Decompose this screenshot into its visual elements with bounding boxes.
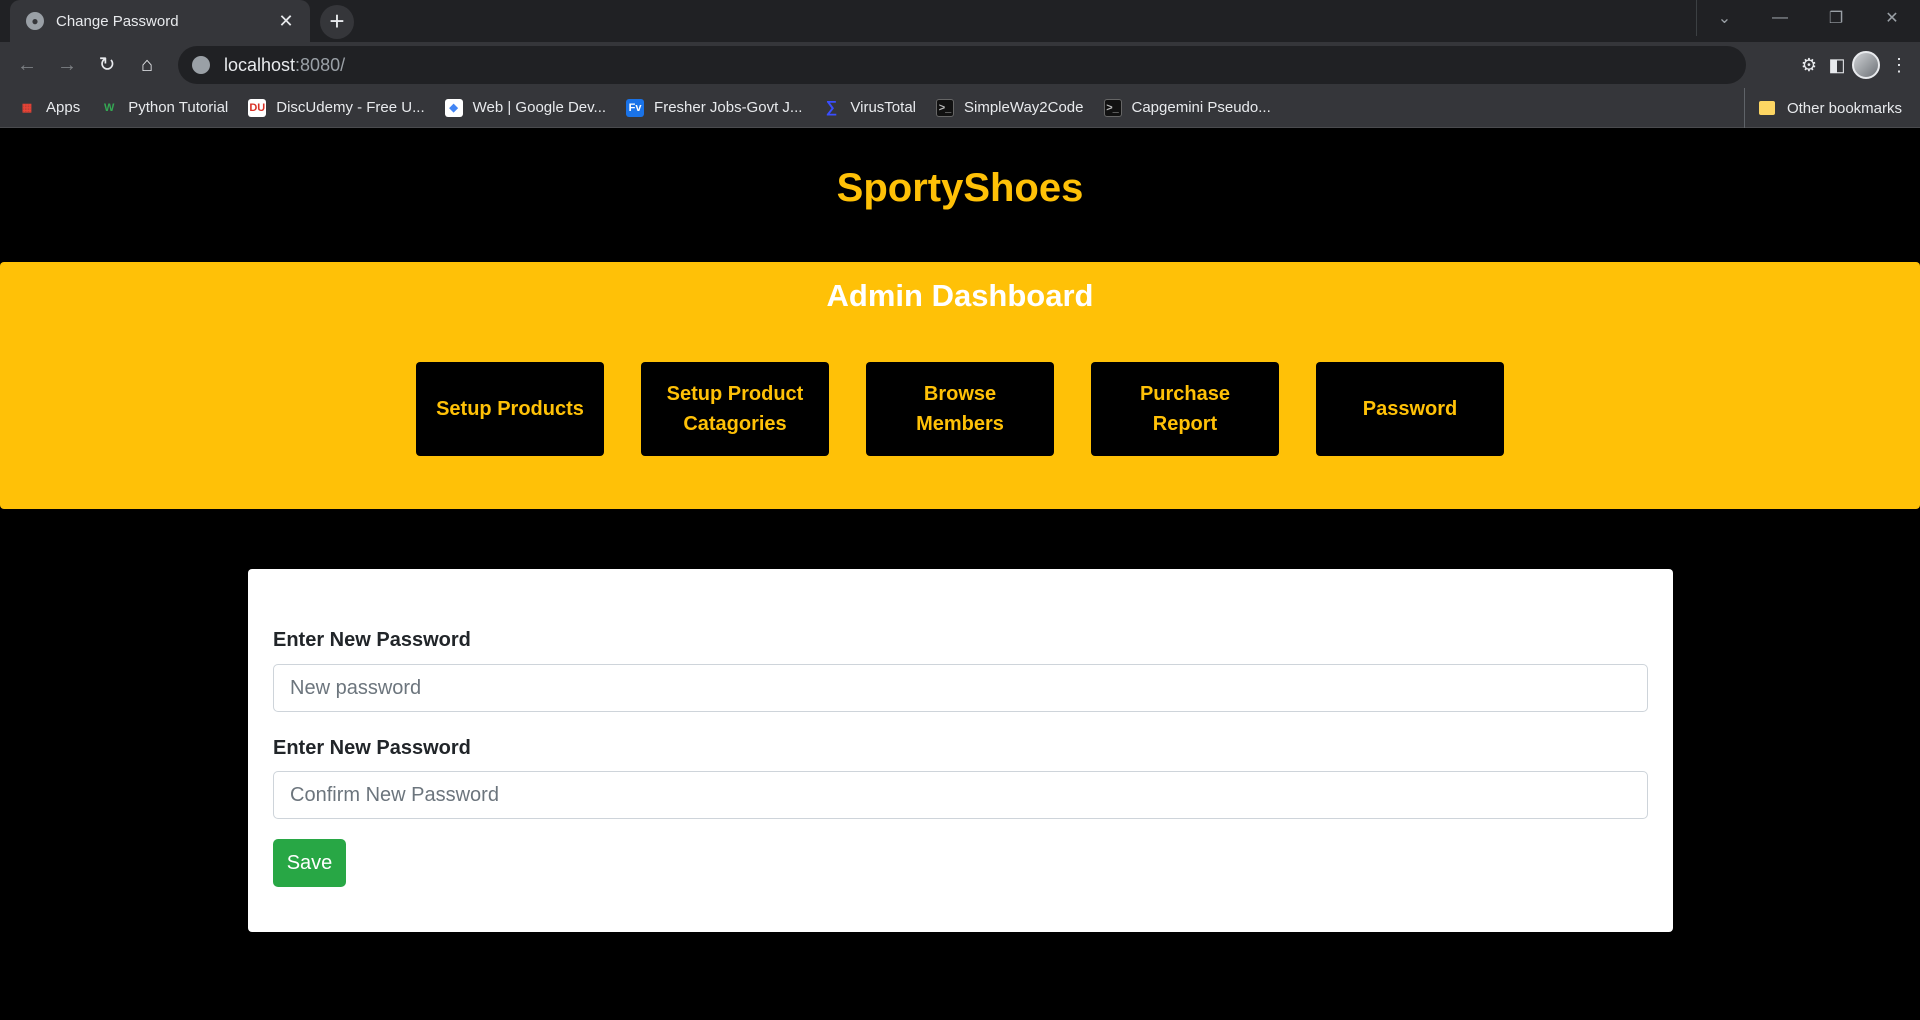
browse-members-button[interactable]: Browse Members <box>866 362 1054 456</box>
bookmark-label: SimpleWay2Code <box>964 99 1084 116</box>
bookmark-google-dev[interactable]: ◆ Web | Google Dev... <box>444 98 607 117</box>
purchase-report-button[interactable]: Purchase Report <box>1091 362 1279 456</box>
w-logo-icon: W <box>104 101 115 114</box>
url-host: localhost <box>224 54 296 75</box>
new-password-label: Enter New Password <box>273 629 471 651</box>
bookmark-simpleway2code[interactable]: >_ SimpleWay2Code <box>936 98 1084 117</box>
globe-icon: ● <box>26 12 44 30</box>
restore-icon[interactable]: ❐ <box>1808 0 1864 36</box>
bookmark-label: VirusTotal <box>850 99 916 116</box>
confirm-password-input[interactable] <box>273 771 1648 819</box>
other-bookmarks-label: Other bookmarks <box>1786 99 1902 117</box>
folder-icon <box>1758 101 1775 115</box>
terminal-icon: >_ <box>936 98 954 117</box>
password-button[interactable]: Password <box>1316 362 1504 456</box>
tab-title: Change Password <box>56 12 179 30</box>
bookmarks-bar: ▦ Apps W Python Tutorial DU DiscUdemy - … <box>0 88 1920 128</box>
tab-search-icon[interactable]: ⌄ <box>1696 0 1752 36</box>
apps-grid-icon: ▦ <box>21 102 33 114</box>
bookmark-fresher-jobs[interactable]: Fv Fresher Jobs-Govt J... <box>626 98 803 117</box>
home-icon[interactable]: ⌂ <box>132 50 162 80</box>
save-button[interactable]: Save <box>273 839 346 887</box>
brand-title: SportyShoes <box>836 166 1084 210</box>
site-info-icon[interactable] <box>192 56 210 74</box>
bookmark-python-tutorial[interactable]: W Python Tutorial <box>100 99 228 117</box>
terminal-icon: >_ <box>1103 98 1122 117</box>
minimize-icon[interactable]: — <box>1752 0 1808 36</box>
profile-avatar[interactable] <box>1852 51 1880 79</box>
reload-icon[interactable]: ↻ <box>92 50 122 80</box>
bookmark-capgemini[interactable]: >_ Capgemini Pseudo... <box>1103 98 1271 117</box>
forward-icon[interactable]: → <box>52 50 82 80</box>
url-path: :8080/ <box>295 54 346 75</box>
bookmark-label: DiscUdemy - Free U... <box>276 99 425 116</box>
bookmark-label: Fresher Jobs-Govt J... <box>654 99 803 116</box>
setup-product-categories-button[interactable]: Setup Product Catagories <box>641 362 829 456</box>
google-dev-icon: ◆ <box>444 98 463 117</box>
discudemy-icon: DU <box>248 98 267 117</box>
change-password-form: Enter New Password Enter New Password Sa… <box>248 569 1673 932</box>
page-content: SportyShoes Admin Dashboard Setup Produc… <box>0 128 1920 1020</box>
bookmark-label: Web | Google Dev... <box>472 99 607 116</box>
back-icon[interactable]: ← <box>12 50 42 80</box>
browser-toolbar: ← → ↻ ⌂ localhost:8080/ ⚙ ◧ ⋮ <box>0 42 1920 88</box>
bookmark-virustotal[interactable]: ∑ VirusTotal <box>822 99 916 117</box>
side-panel-icon[interactable]: ◧ <box>1822 50 1852 80</box>
extensions-icon[interactable]: ⚙ <box>1794 50 1824 80</box>
close-tab-icon[interactable]: ✕ <box>276 11 296 32</box>
browser-tab[interactable]: ● Change Password ✕ <box>10 0 310 42</box>
bookmark-label: Python Tutorial <box>128 99 229 116</box>
browser-tabstrip: ● Change Password ✕ + ⌄ — ❐ ✕ <box>0 0 1920 42</box>
other-bookmarks[interactable]: Other bookmarks <box>1743 88 1902 128</box>
dashboard-nav: Setup Products Setup Product Catagories … <box>416 362 1504 456</box>
admin-dashboard-panel: Admin Dashboard Setup Products Setup Pro… <box>0 262 1920 509</box>
fv-icon: Fv <box>626 98 645 117</box>
menu-kebab-icon[interactable]: ⋮ <box>1884 50 1914 80</box>
new-password-input[interactable] <box>273 664 1648 712</box>
bookmark-label: Apps <box>46 99 81 116</box>
address-bar[interactable]: localhost:8080/ <box>178 46 1746 84</box>
confirm-password-label: Enter New Password <box>273 737 471 759</box>
bookmark-apps[interactable]: ▦ Apps <box>18 99 80 117</box>
close-window-icon[interactable]: ✕ <box>1864 0 1920 36</box>
virustotal-icon: ∑ <box>825 98 838 116</box>
new-tab-button[interactable]: + <box>320 5 354 39</box>
dashboard-title: Admin Dashboard <box>826 278 1094 313</box>
bookmark-label: Capgemini Pseudo... <box>1131 99 1271 116</box>
bookmark-discudemy[interactable]: DU DiscUdemy - Free U... <box>248 98 425 117</box>
setup-products-button[interactable]: Setup Products <box>416 362 604 456</box>
